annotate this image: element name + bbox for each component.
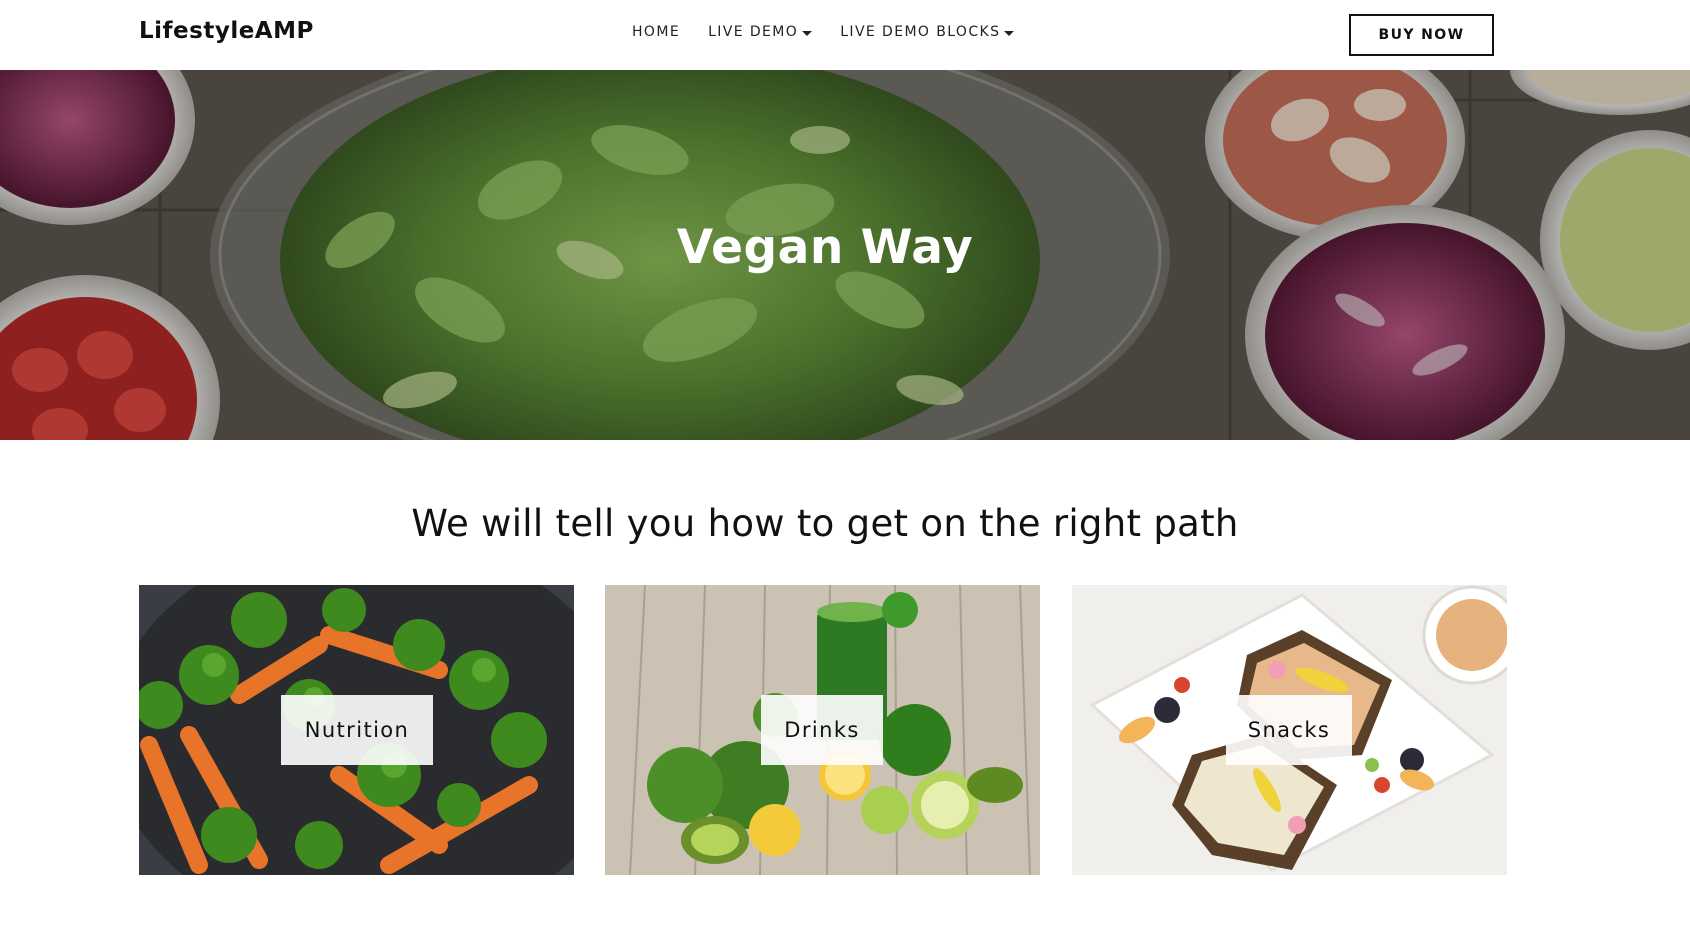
nav-item-label: LIVE DEMO — [708, 24, 799, 40]
nav-item-live-demo[interactable]: LIVE DEMO — [708, 24, 813, 40]
hero-title: Vegan Way — [676, 220, 974, 275]
section-headline: We will tell you how to get on the right… — [411, 502, 1239, 545]
nav-item-home[interactable]: HOME — [632, 24, 680, 40]
nav-item-live-demo-blocks[interactable]: LIVE DEMO BLOCKS — [840, 24, 1015, 40]
card-label-drinks: Drinks — [761, 695, 883, 765]
nav-item-label: HOME — [632, 24, 681, 40]
card-nutrition[interactable]: Nutrition — [139, 585, 574, 875]
card-label-snacks: Snacks — [1226, 695, 1352, 765]
nav-item-label: LIVE DEMO BLOCKS — [840, 24, 1001, 40]
buy-now-button[interactable]: BUY NOW — [1349, 14, 1494, 56]
card-label-nutrition: Nutrition — [281, 695, 433, 765]
caret-down-icon — [802, 30, 813, 36]
site-header: LifestyleAMP HOME LIVE DEMO LIVE DEMO BL… — [0, 0, 1690, 70]
caret-down-icon — [1004, 30, 1015, 36]
card-drinks[interactable]: Drinks — [605, 585, 1040, 875]
card-snacks[interactable]: Snacks — [1072, 585, 1507, 875]
site-logo[interactable]: LifestyleAMP — [139, 18, 314, 44]
hero-banner: Vegan Way — [0, 70, 1690, 440]
main-nav: HOME LIVE DEMO LIVE DEMO BLOCKS — [632, 24, 1042, 40]
